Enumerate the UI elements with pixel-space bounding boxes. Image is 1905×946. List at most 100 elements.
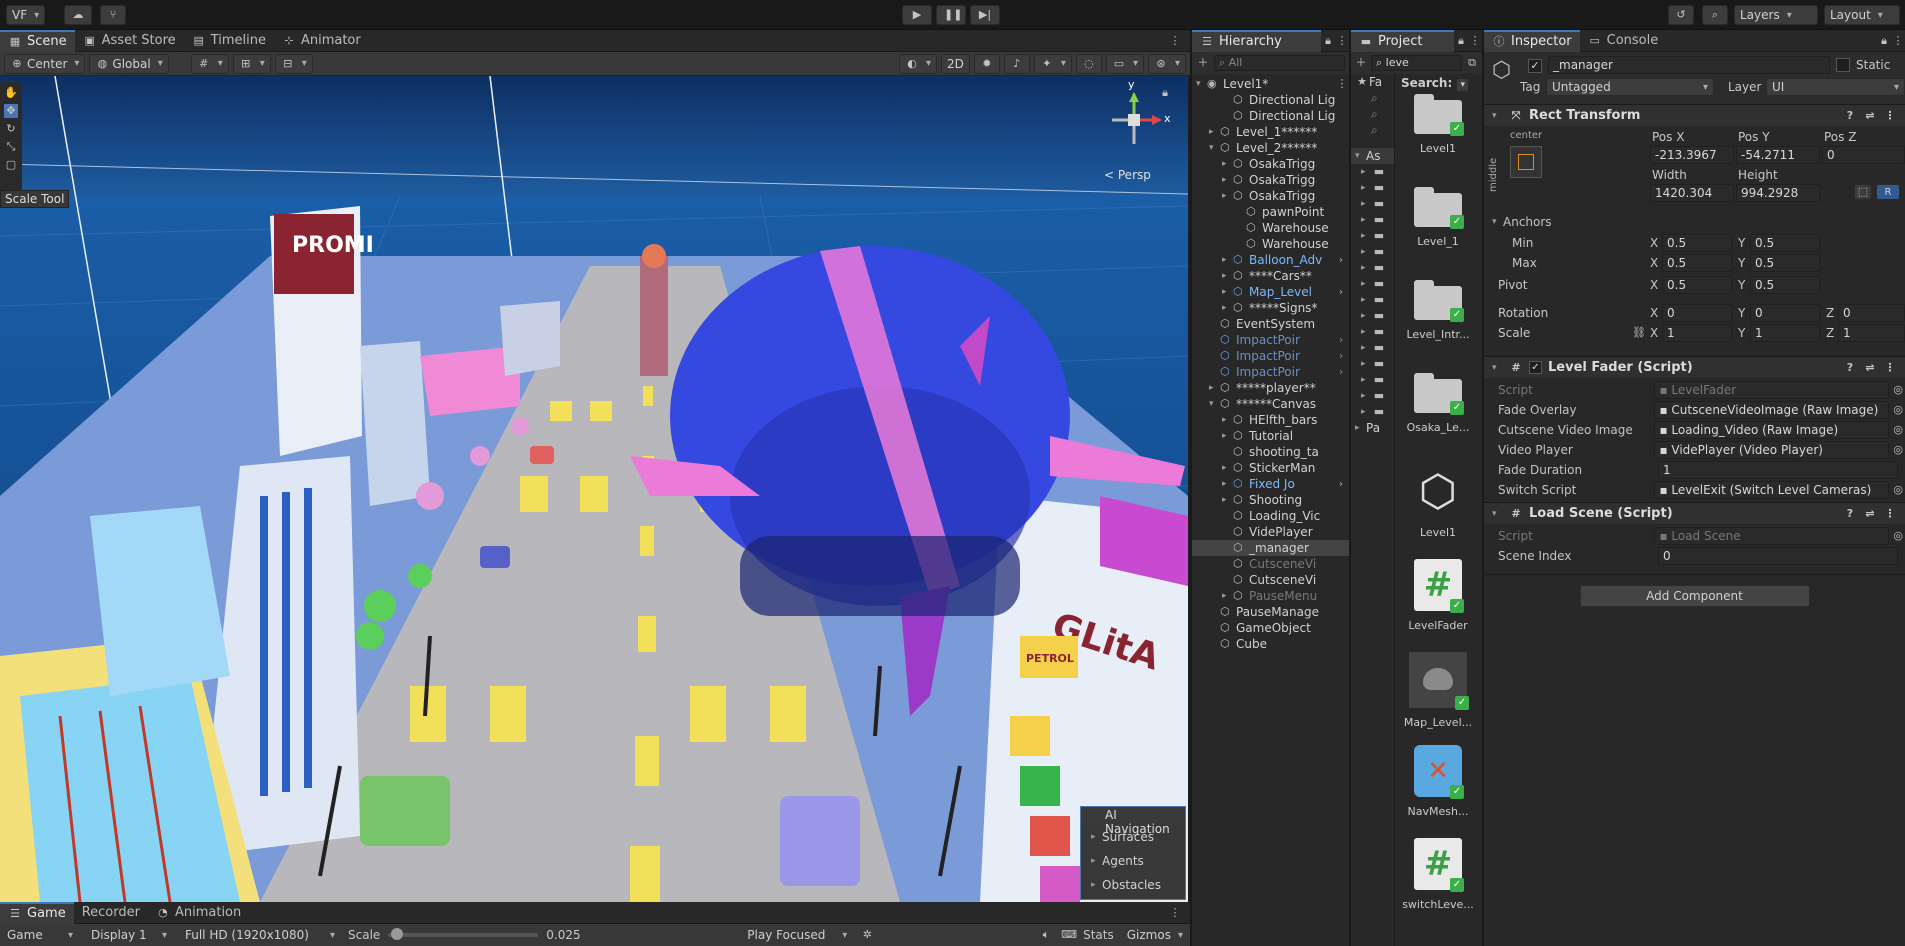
- expand-arrow-icon[interactable]: ▸: [1209, 383, 1220, 393]
- anchor-max-x-field[interactable]: 0.5: [1662, 254, 1732, 272]
- play-button[interactable]: ▶: [902, 5, 932, 25]
- hierarchy-item[interactable]: ⬡ EventSystem: [1192, 316, 1349, 332]
- hierarchy-item[interactable]: ▸ ⬡ Fixed Jo ›: [1192, 476, 1349, 492]
- nav-item-agents[interactable]: ▸ Agents: [1081, 849, 1185, 873]
- hierarchy-item[interactable]: ▸ ⬡ Balloon_Adv ›: [1192, 252, 1349, 268]
- rotation-x-field[interactable]: 0: [1662, 304, 1732, 322]
- pos-y-field[interactable]: -54.2711: [1736, 146, 1820, 164]
- expand-arrow-icon[interactable]: ▸: [1222, 463, 1233, 473]
- tree-folder[interactable]: ▸ ▬: [1351, 260, 1394, 276]
- more-menu-icon[interactable]: ⋮: [1168, 34, 1182, 48]
- expand-arrow-icon[interactable]: ▸: [1222, 287, 1233, 297]
- tree-folder[interactable]: ▸ ▬: [1351, 228, 1394, 244]
- hierarchy-item[interactable]: ▸ ⬡ Map_Level ›: [1192, 284, 1349, 300]
- tree-folder[interactable]: ▸ ▬: [1351, 164, 1394, 180]
- height-field[interactable]: 994.2928: [1736, 184, 1820, 202]
- hand-tool-icon[interactable]: ✋: [4, 86, 18, 100]
- hierarchy-item[interactable]: ⬡ GameObject: [1192, 620, 1349, 636]
- expand-arrow-icon[interactable]: ▸: [1222, 495, 1233, 505]
- lock-icon[interactable]: 🔒︎: [1321, 34, 1335, 48]
- tab-hierarchy[interactable]: ☰ Hierarchy: [1192, 29, 1321, 52]
- effects-dropdown[interactable]: ✦: [1033, 53, 1072, 74]
- anchor-min-y-field[interactable]: 0.5: [1750, 234, 1820, 252]
- tab-project[interactable]: ▬ Project: [1351, 29, 1454, 52]
- hierarchy-item[interactable]: ⬡ _manager: [1192, 540, 1349, 556]
- space-dropdown[interactable]: ◍ Global: [89, 53, 169, 74]
- expand-arrow-icon[interactable]: ▾: [1209, 143, 1220, 153]
- scale-tool-icon[interactable]: ⤡: [4, 140, 18, 154]
- hierarchy-item[interactable]: ▸ ⬡ Tutorial: [1192, 428, 1349, 444]
- collab-button[interactable]: ⑂: [100, 5, 126, 25]
- lock-icon[interactable]: 🔒︎: [1158, 86, 1172, 100]
- static-checkbox[interactable]: [1836, 58, 1850, 72]
- more-menu-icon[interactable]: ⋮: [1468, 34, 1482, 48]
- hierarchy-item[interactable]: ⬡ shooting_ta: [1192, 444, 1349, 460]
- scale-z-field[interactable]: 1: [1838, 324, 1905, 342]
- object-picker-icon[interactable]: ◎: [1891, 403, 1905, 417]
- property-field[interactable]: ▪ Loading_Video (Raw Image): [1654, 421, 1890, 439]
- expand-arrow-icon[interactable]: ▸: [1222, 255, 1233, 265]
- hierarchy-item[interactable]: ⬡ VidePlayer: [1192, 524, 1349, 540]
- expand-arrow-icon[interactable]: ▾: [1209, 399, 1220, 409]
- snap-increment-dropdown[interactable]: ⊞: [232, 53, 271, 74]
- prefab-open-arrow-icon[interactable]: ›: [1339, 367, 1349, 378]
- object-picker-icon[interactable]: ◎: [1891, 483, 1905, 497]
- anchor-max-y-field[interactable]: 0.5: [1750, 254, 1820, 272]
- add-icon[interactable]: ＋: [1354, 56, 1368, 70]
- more-menu-icon[interactable]: ⋮: [1883, 361, 1897, 375]
- expand-arrow-icon[interactable]: ▸: [1222, 415, 1233, 425]
- lighting-toggle[interactable]: ✹: [973, 53, 1000, 74]
- hierarchy-item[interactable]: ⬡ Directional Lig: [1192, 92, 1349, 108]
- hierarchy-search-input[interactable]: ⌕ All: [1214, 55, 1345, 71]
- search-button[interactable]: ⌕: [1702, 5, 1728, 25]
- project-asset[interactable]: ✓ Level_Intr...: [1393, 280, 1483, 341]
- pivot-dropdown[interactable]: ⊕ Center: [4, 53, 86, 74]
- rotation-y-field[interactable]: 0: [1750, 304, 1820, 322]
- object-picker-icon[interactable]: ◎: [1891, 383, 1905, 397]
- tree-folder[interactable]: ▸ ▬: [1351, 324, 1394, 340]
- search-scope-dropdown[interactable]: ▾: [1456, 78, 1469, 92]
- rotate-tool-icon[interactable]: ↻: [4, 122, 18, 136]
- load-scene-header[interactable]: ▾ # Load Scene (Script) ? ⇌ ⋮: [1484, 502, 1905, 524]
- tree-folder[interactable]: ▸ ▬: [1351, 212, 1394, 228]
- add-component-button[interactable]: Add Component: [1579, 585, 1810, 607]
- prefab-open-arrow-icon[interactable]: ›: [1339, 287, 1349, 298]
- property-field[interactable]: ▪ CutsceneVideoImage (Raw Image): [1654, 401, 1890, 419]
- move-tool-icon[interactable]: ✥: [4, 104, 18, 118]
- gizmos-dropdown[interactable]: ⊛: [1147, 53, 1186, 74]
- tree-folder[interactable]: ▸ ▬: [1351, 404, 1394, 420]
- expand-arrow-icon[interactable]: ▾: [1196, 79, 1207, 89]
- tab-scene[interactable]: ▦ Scene: [0, 29, 75, 52]
- layer-dropdown[interactable]: UI: [1766, 78, 1905, 96]
- more-menu-icon[interactable]: ⋮: [1891, 34, 1905, 48]
- hierarchy-item[interactable]: ⬡ Directional Lig: [1192, 108, 1349, 124]
- tab-animator[interactable]: ⊹ Animator: [274, 30, 369, 52]
- tree-fav-search[interactable]: ⌕: [1351, 122, 1394, 138]
- help-icon[interactable]: ?: [1843, 109, 1857, 123]
- expand-arrow-icon[interactable]: ▸: [1222, 479, 1233, 489]
- expand-arrow-icon[interactable]: ▸: [1222, 175, 1233, 185]
- mute-audio-icon[interactable]: 🔈︎: [1039, 928, 1053, 942]
- tree-folder[interactable]: ▸ ▬: [1351, 356, 1394, 372]
- hierarchy-item[interactable]: ▸ ⬡ OsakaTrigg: [1192, 172, 1349, 188]
- active-checkbox[interactable]: ✓: [1528, 59, 1542, 73]
- hierarchy-item[interactable]: ▸ ⬡ *****player**: [1192, 380, 1349, 396]
- tree-folder[interactable]: ▸ ▬: [1351, 388, 1394, 404]
- hierarchy-item[interactable]: ▸ ⬡ PauseMenu: [1192, 588, 1349, 604]
- tree-folder[interactable]: ▸ ▬: [1351, 308, 1394, 324]
- cloud-button[interactable]: ☁: [64, 5, 92, 25]
- hierarchy-item[interactable]: ▸ ⬡ *****Signs*: [1192, 300, 1349, 316]
- project-search-input[interactable]: ⌕ leve: [1371, 55, 1462, 71]
- scale-y-field[interactable]: 1: [1750, 324, 1820, 342]
- account-dropdown[interactable]: VF: [6, 5, 46, 25]
- rect-transform-header[interactable]: ▾ ⤧ Rect Transform ? ⇌ ⋮: [1484, 104, 1905, 126]
- hierarchy-item[interactable]: ⬡ ImpactPoir ›: [1192, 364, 1349, 380]
- tree-folder[interactable]: ▸ ▬: [1351, 196, 1394, 212]
- tab-asset-store[interactable]: ▣ Asset Store: [75, 30, 184, 52]
- tab-animation[interactable]: ◔ Animation: [148, 902, 249, 924]
- tree-favorites[interactable]: ★ Fa: [1351, 74, 1394, 90]
- project-asset[interactable]: ✓ Osaka_Le...: [1393, 373, 1483, 434]
- component-enabled-checkbox[interactable]: ✓: [1529, 361, 1542, 374]
- step-button[interactable]: ▶|: [970, 5, 1000, 25]
- project-asset[interactable]: ✓ Level_1: [1393, 187, 1483, 248]
